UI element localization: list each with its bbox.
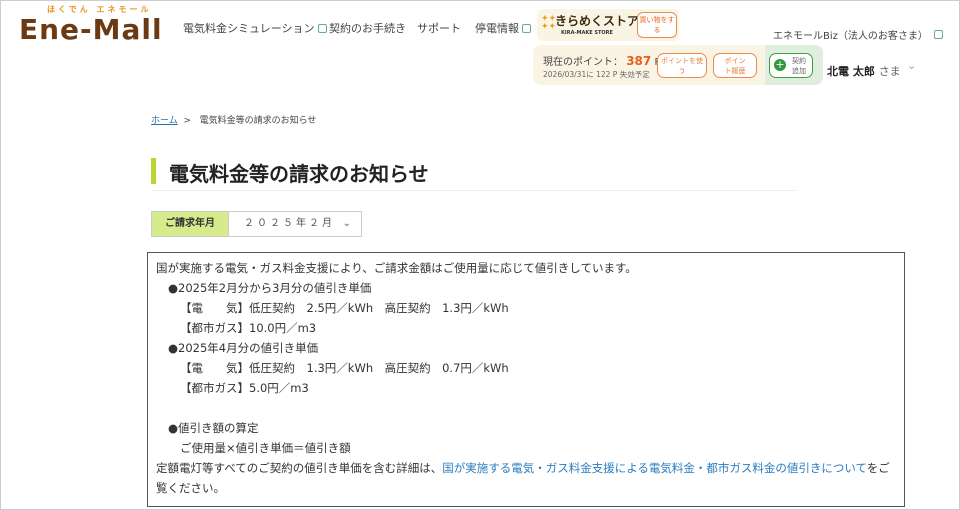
nav-simulation[interactable]: 電気料金シミュレーション	[183, 20, 327, 36]
points-expiry: 2026/03/31に 122 P 失効予定	[543, 70, 650, 79]
store-banner[interactable]: ✦✦ ✦✦ きらめくストア KIRA-MAKE STORE 買い物をする	[537, 9, 679, 41]
notice-line: ご使用量×値引き単価＝値引き額	[180, 441, 351, 455]
billing-month-label: ご請求年月	[151, 211, 229, 237]
notice-line: ●2025年4月分の値引き単価	[168, 341, 319, 355]
user-name[interactable]: 北電 太郎 さま	[827, 63, 901, 79]
notice-box: 国が実施する電気・ガス料金支援により、ご請求金額はご使用量に応じて値引きしていま…	[147, 252, 905, 507]
user-name-text: 北電 太郎	[827, 65, 875, 78]
external-link-icon	[317, 23, 327, 33]
nav-label: 契約のお手続き	[329, 22, 406, 35]
store-name: きらめくストア	[555, 14, 640, 28]
notice-detail: 定額電灯等すべてのご契約の値引き単価を含む詳細は、国が実施する電気・ガス料金支援…	[156, 458, 896, 498]
biz-link[interactable]: エネモールBiz（法人のお客さま）	[773, 27, 943, 42]
divider	[151, 190, 796, 191]
logo-text: Ene-Mall	[19, 13, 163, 46]
notice-line: 【電 気】低圧契約 1.3円／kWh 高圧契約 0.7円／kWh	[180, 361, 509, 375]
nav-support[interactable]: サポート	[417, 20, 461, 36]
chevron-down-icon: ⌄	[342, 218, 351, 229]
add-contract-button[interactable]: + 契約追加	[769, 53, 813, 78]
biz-link-label: エネモールBiz（法人のお客さま）	[773, 31, 928, 42]
notice-line: ●値引き額の算定	[168, 421, 259, 435]
billing-month-select[interactable]: ２０２５年２月 ⌄	[229, 211, 362, 237]
breadcrumb-current: 電気料金等の請求のお知らせ	[199, 116, 317, 126]
points-history-button[interactable]: ポイント履歴	[713, 53, 757, 78]
nav-label: 電気料金シミュレーション	[183, 22, 315, 35]
points-panel: 現在のポイント： 387 P 2026/03/31に 122 P 失効予定 ポイ…	[533, 45, 823, 85]
notice-line: 国が実施する電気・ガス料金支援により、ご請求金額はご使用量に応じて値引きしていま…	[156, 261, 637, 275]
breadcrumb: ホーム > 電気料金等の請求のお知らせ	[151, 113, 316, 126]
page-title: 電気料金等の請求のお知らせ	[169, 162, 429, 186]
logo[interactable]: ほくでん エネモール Ene-Mall	[19, 5, 169, 47]
plus-icon: +	[774, 58, 786, 71]
notice-line: ●2025年2月分から3月分の値引き単価	[168, 281, 372, 295]
contract-area: + 契約追加	[765, 45, 823, 85]
notice-line: 【電 気】低圧契約 2.5円／kWh 高圧契約 1.3円／kWh	[180, 301, 509, 315]
add-contract-label: 契約追加	[792, 57, 806, 75]
external-link-icon	[522, 23, 531, 33]
store-subtitle: KIRA-MAKE STORE	[561, 30, 613, 36]
sparkle-icon: ✦✦ ✦✦	[541, 14, 557, 32]
points-label: 現在のポイント： 387 P	[543, 53, 660, 68]
shop-button[interactable]: 買い物をする	[637, 12, 677, 38]
nav-outage[interactable]: 停電情報	[475, 20, 531, 36]
nav-contract[interactable]: 契約のお手続き	[329, 20, 406, 36]
chevron-down-icon[interactable]: ⌄	[907, 59, 916, 72]
nav-label: サポート	[417, 22, 461, 35]
notice-line: 【都市ガス】10.0円／m3	[180, 321, 317, 335]
user-suffix: さま	[878, 65, 901, 78]
detail-prefix: 定額電灯等すべてのご契約の値引き単価を含む詳細は、	[156, 461, 443, 475]
title-accent-bar	[151, 158, 156, 184]
breadcrumb-separator: >	[183, 116, 192, 126]
external-link-icon	[933, 30, 943, 39]
points-value: 387	[626, 54, 652, 68]
nav-label: 停電情報	[475, 22, 519, 35]
use-points-button[interactable]: ポイントを使う	[657, 53, 707, 78]
billing-month-value: ２０２５年２月	[244, 218, 335, 229]
points-label-text: 現在のポイント：	[543, 57, 623, 68]
breadcrumb-home[interactable]: ホーム	[151, 116, 178, 126]
notice-line: 【都市ガス】5.0円／m3	[180, 381, 309, 395]
detail-link[interactable]: 国が実施する電気・ガス料金支援による電気料金・都市ガス料金の値引きについて	[442, 461, 867, 475]
